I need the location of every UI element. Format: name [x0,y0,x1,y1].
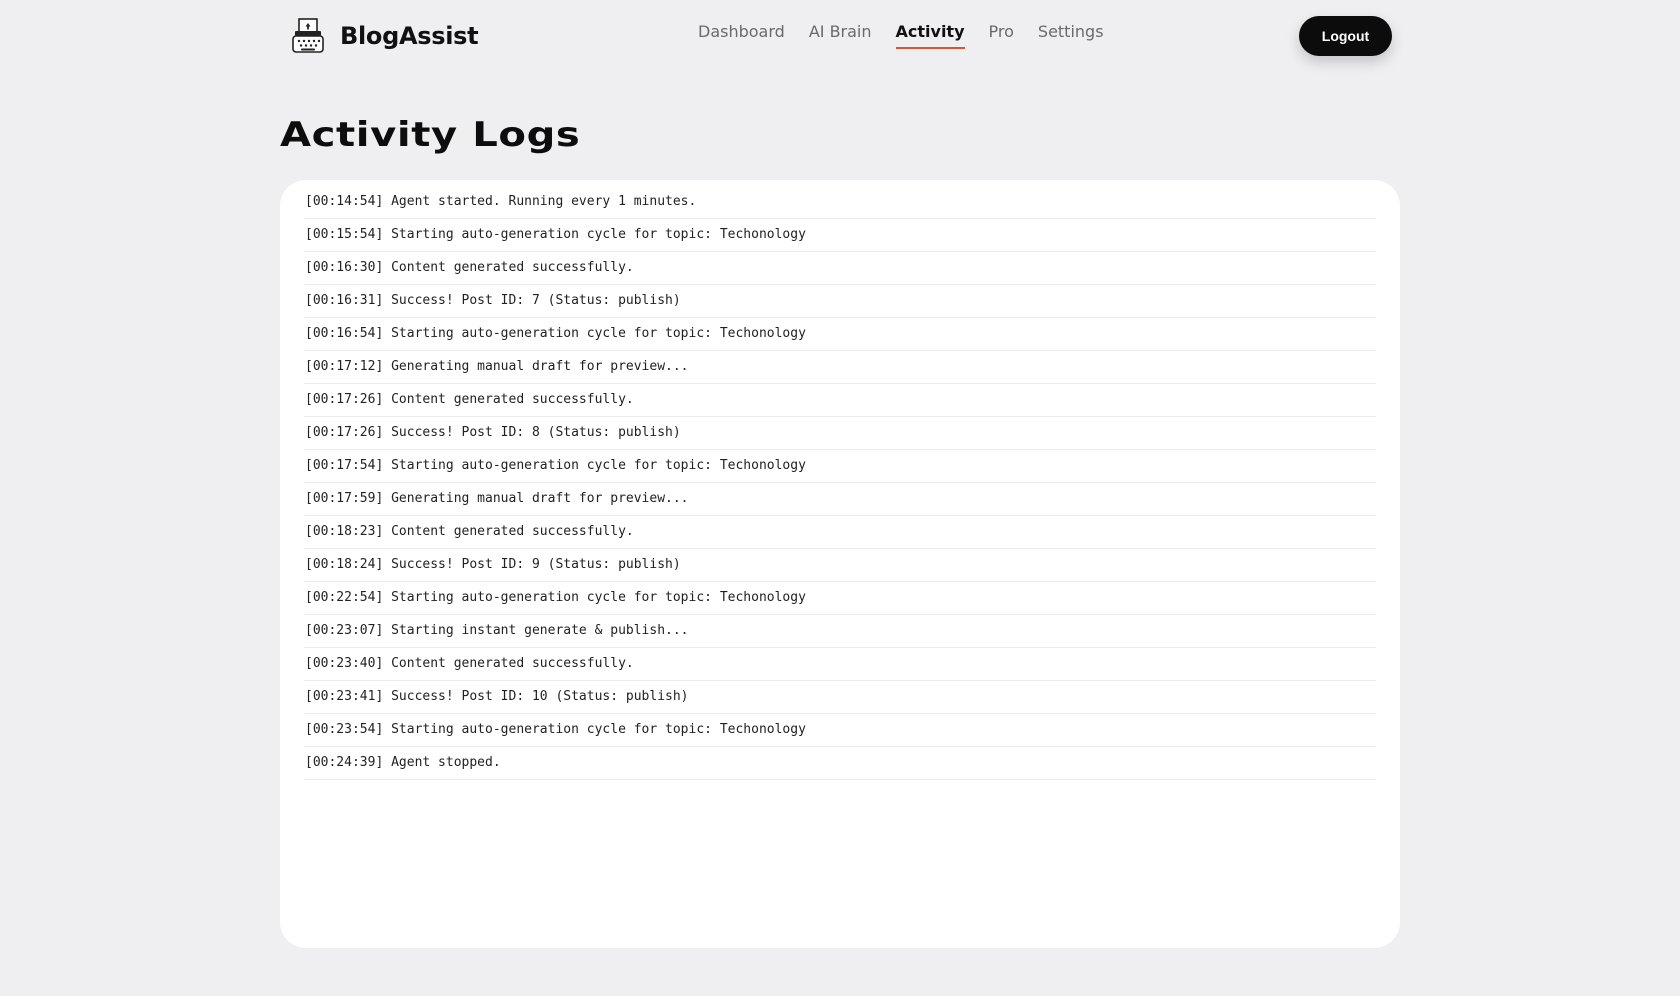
log-entry: [00:15:54] Starting auto-generation cycl… [304,219,1376,252]
brand-name: BlogAssist [340,22,479,50]
log-entry: [00:23:40] Content generated successfull… [304,648,1376,681]
log-entry: [00:17:26] Success! Post ID: 8 (Status: … [304,417,1376,450]
logout-button[interactable]: Logout [1299,16,1392,56]
log-entry: [00:14:54] Agent started. Running every … [304,186,1376,219]
log-entry: [00:17:59] Generating manual draft for p… [304,483,1376,516]
nav-item-activity[interactable]: Activity [895,22,965,49]
log-entry: [00:16:30] Content generated successfull… [304,252,1376,285]
log-entry: [00:16:54] Starting auto-generation cycl… [304,318,1376,351]
log-entry: [00:17:12] Generating manual draft for p… [304,351,1376,384]
brand[interactable]: BlogAssist [290,16,479,56]
log-entry: [00:18:24] Success! Post ID: 9 (Status: … [304,549,1376,582]
log-entry: [00:18:23] Content generated successfull… [304,516,1376,549]
nav-item-pro[interactable]: Pro [989,22,1014,49]
log-list: [00:14:54] Agent started. Running every … [304,186,1376,780]
top-navigation-bar: BlogAssist Dashboard AI Brain Activity P… [0,0,1680,72]
main-nav: Dashboard AI Brain Activity Pro Settings [698,22,1104,49]
nav-item-settings[interactable]: Settings [1038,22,1104,49]
activity-log-panel[interactable]: [00:14:54] Agent started. Running every … [280,180,1400,948]
log-entry: [00:17:26] Content generated successfull… [304,384,1376,417]
log-entry: [00:24:39] Agent stopped. [304,747,1376,780]
log-entry: [00:16:31] Success! Post ID: 7 (Status: … [304,285,1376,318]
log-entry: [00:23:07] Starting instant generate & p… [304,615,1376,648]
nav-item-dashboard[interactable]: Dashboard [698,22,785,49]
log-entry: [00:23:41] Success! Post ID: 10 (Status:… [304,681,1376,714]
log-entry: [00:22:54] Starting auto-generation cycl… [304,582,1376,615]
page-title: Activity Logs [280,115,581,155]
log-entry: [00:23:54] Starting auto-generation cycl… [304,714,1376,747]
nav-item-ai-brain[interactable]: AI Brain [809,22,872,49]
log-entry: [00:17:54] Starting auto-generation cycl… [304,450,1376,483]
typewriter-icon [292,18,324,53]
